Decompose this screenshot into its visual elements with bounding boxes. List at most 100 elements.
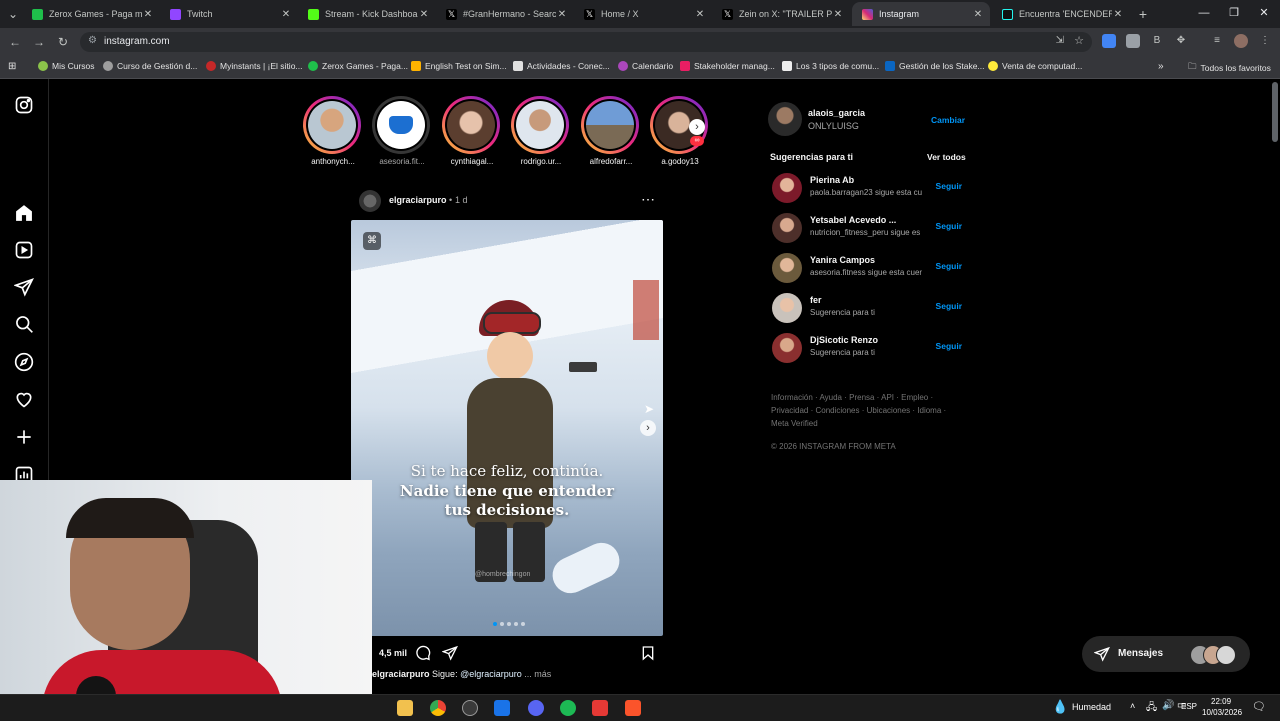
close-tab-icon[interactable]: ✕ [142, 9, 154, 20]
explore-compass-icon[interactable] [14, 352, 34, 372]
bookmark-item[interactable]: Mis Cursos [38, 61, 95, 71]
tab-instagram[interactable]: Instagram ✕ [852, 2, 990, 26]
suggestion-avatar[interactable] [772, 293, 802, 323]
suggestion-username[interactable]: fer [810, 295, 822, 305]
caption-mention[interactable]: @elgraciarpuro [460, 669, 522, 679]
obs-icon[interactable] [462, 700, 478, 716]
close-window-icon[interactable]: ✕ [1254, 4, 1274, 22]
suggestion-avatar[interactable] [772, 173, 802, 203]
bookmark-item[interactable]: Myinstants | ¡El sitio... [206, 61, 303, 71]
bookmark-item[interactable]: Stakeholder manag... [680, 61, 775, 71]
suggestion-username[interactable]: Yetsabel Acevedo ... [810, 215, 896, 225]
extension-icon[interactable]: B [1150, 34, 1164, 48]
caption-more-link[interactable]: ... más [524, 669, 551, 679]
see-all-suggestions-link[interactable]: Ver todos [927, 152, 966, 162]
post-options-icon[interactable]: ⋯ [641, 191, 655, 208]
story-item[interactable]: alfredofarr... [581, 96, 641, 166]
create-plus-icon[interactable] [14, 427, 34, 447]
search-icon[interactable] [14, 314, 34, 334]
suggestion-avatar[interactable] [772, 253, 802, 283]
address-bar[interactable]: ⚙ instagram.com ⇲ ☆ [80, 32, 1092, 52]
browser-menu-icon[interactable]: ⋮ [1258, 34, 1272, 48]
app-icon[interactable] [494, 700, 510, 716]
messages-button[interactable]: Mensajes [1082, 636, 1250, 672]
weather-label[interactable]: Humedad [1072, 702, 1111, 712]
new-tab-button[interactable]: + [1134, 5, 1152, 23]
bookmark-item[interactable]: Calendario [618, 61, 673, 71]
caption-username[interactable]: elgraciarpuro [372, 669, 430, 679]
suggestion-row[interactable]: Yanira Campos asesoria.fitness sigue est… [772, 253, 964, 285]
forward-icon[interactable]: → [30, 33, 48, 51]
bookmark-item[interactable]: Gestión de los Stake... [885, 61, 985, 71]
follow-button[interactable]: Seguir [936, 301, 962, 311]
follow-button[interactable]: Seguir [936, 261, 962, 271]
tab-home-x[interactable]: 𝕏 Home / X ✕ [574, 2, 712, 26]
bookmark-item[interactable]: English Test on Sim... [411, 61, 507, 71]
follow-button[interactable]: Seguir [936, 221, 962, 231]
clock-date[interactable]: 10/03/2026 [1202, 708, 1242, 717]
suggestion-row[interactable]: DjSicotic Renzo Sugerencia para ti Segui… [772, 333, 964, 365]
close-tab-icon[interactable]: ✕ [832, 9, 844, 20]
bookmark-item[interactable]: Curso de Gestión d... [103, 61, 197, 71]
file-explorer-icon[interactable] [397, 700, 413, 716]
story-item[interactable]: anthonych... [303, 96, 363, 166]
tab-search-icon[interactable]: ⌄ [4, 5, 22, 23]
comment-icon[interactable] [415, 645, 431, 661]
app-icon[interactable] [592, 700, 608, 716]
footer-links-line-2[interactable]: Privacidad · Condiciones · Ubicaciones ·… [771, 404, 951, 417]
footer-links[interactable]: Información · Ayuda · Prensa · API · Emp… [771, 391, 951, 430]
footer-links-line-3[interactable]: Meta Verified [771, 417, 951, 430]
reels-icon[interactable] [14, 240, 34, 260]
clock-time[interactable]: 22:09 [1211, 697, 1231, 706]
bookmark-item[interactable]: Actividades - Conec... [513, 61, 610, 71]
close-tab-icon[interactable]: ✕ [1112, 9, 1124, 20]
post-author-avatar[interactable] [359, 190, 381, 212]
instagram-logo-icon[interactable] [14, 95, 34, 115]
tab-zein-on-x[interactable]: 𝕏 Zein on X: "TRAILER PERU ✕ [712, 2, 850, 26]
current-account-username[interactable]: alaois_garcia [808, 108, 865, 118]
post-time[interactable]: 1 d [455, 195, 468, 205]
address-url[interactable]: instagram.com [104, 36, 170, 47]
discord-icon[interactable] [528, 700, 544, 716]
more-bookmarks-icon[interactable]: » [1158, 61, 1164, 72]
brave-icon[interactable] [625, 700, 641, 716]
suggestion-avatar[interactable] [772, 333, 802, 363]
follow-button[interactable]: Seguir [936, 341, 962, 351]
tab-zerox-games[interactable]: Zerox Games - Paga men ✕ [22, 2, 160, 26]
suggestion-username[interactable]: DjSicotic Renzo [810, 335, 878, 345]
close-tab-icon[interactable]: ✕ [280, 9, 292, 20]
page-scrollbar[interactable] [1272, 82, 1278, 142]
all-favorites-folder[interactable]: 🗀 Todos los favoritos [1188, 61, 1271, 75]
collab-badge-icon[interactable]: ⌘ [363, 232, 381, 250]
current-account-avatar[interactable] [768, 102, 802, 136]
suggestion-username[interactable]: Yanira Campos [810, 255, 875, 265]
spotify-icon[interactable] [560, 700, 576, 716]
bookmark-item[interactable]: Venta de computad... [988, 61, 1082, 71]
follow-button[interactable]: Seguir [936, 181, 962, 191]
suggestion-username[interactable]: Pierina Ab [810, 175, 854, 185]
notifications-heart-icon[interactable] [14, 389, 34, 409]
extensions-puzzle-icon[interactable]: ✥ [1174, 34, 1188, 48]
story-item[interactable]: cynthiagal... [442, 96, 502, 166]
switch-account-button[interactable]: Cambiar [931, 115, 965, 125]
media-control-icon[interactable]: ≡ [1210, 34, 1224, 48]
notifications-icon[interactable]: 🗨 [1252, 700, 1266, 713]
bookmark-star-icon[interactable]: ☆ [1074, 34, 1084, 47]
footer-links-line-1[interactable]: Información · Ayuda · Prensa · API · Emp… [771, 391, 951, 404]
network-icon[interactable]: 🖧 [1146, 700, 1157, 717]
suggestion-row[interactable]: Pierina Ab paola.barragan23 sigue esta c… [772, 173, 964, 205]
suggestion-row[interactable]: Yetsabel Acevedo ... nutricion_fitness_p… [772, 213, 964, 245]
restore-window-icon[interactable]: ❐ [1224, 4, 1244, 22]
bookmark-item[interactable]: Los 3 tipos de comu... [782, 61, 879, 71]
post-author-username[interactable]: elgraciarpuro [389, 195, 447, 205]
home-icon[interactable] [14, 203, 34, 223]
share-icon[interactable] [442, 645, 458, 661]
reload-icon[interactable]: ↻ [54, 33, 72, 51]
story-item[interactable]: rodrigo.ur... [511, 96, 571, 166]
story-item[interactable]: asesoria.fit... [372, 96, 432, 166]
close-tab-icon[interactable]: ✕ [556, 9, 568, 20]
minimize-window-icon[interactable]: — [1194, 4, 1214, 22]
tab-twitch[interactable]: Twitch ✕ [160, 2, 298, 26]
carousel-next-button[interactable]: › [640, 420, 656, 436]
chrome-icon[interactable] [430, 700, 446, 716]
